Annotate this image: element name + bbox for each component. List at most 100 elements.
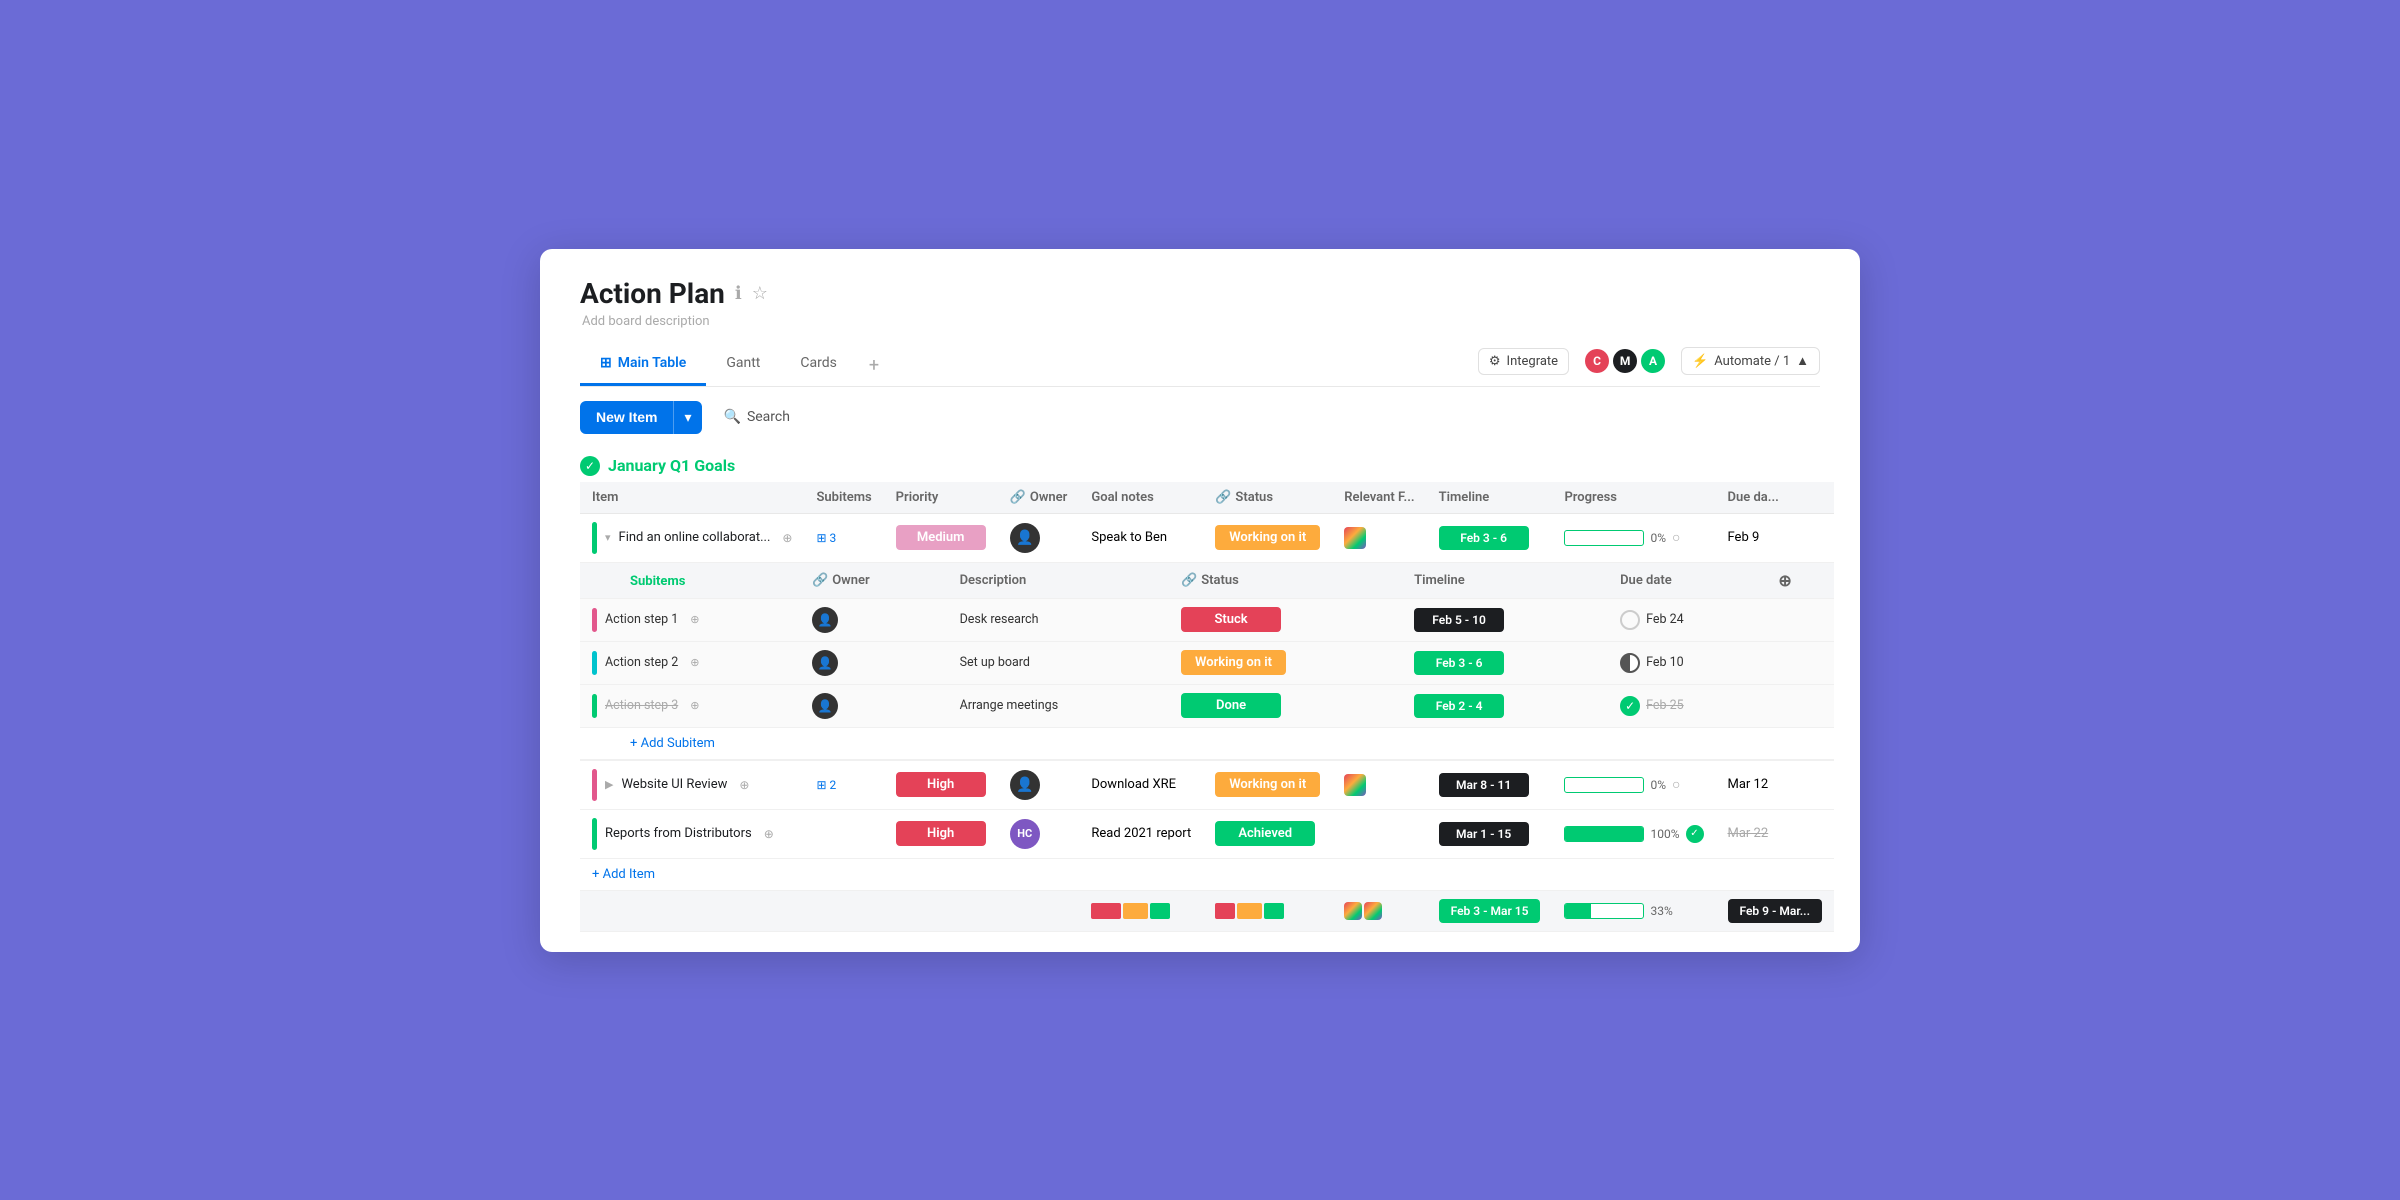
collapse-icon[interactable]: ▾ — [605, 531, 611, 544]
status-badge-2[interactable]: Working on it — [1215, 772, 1320, 797]
status-badge-3[interactable]: Achieved — [1215, 821, 1315, 846]
summary-status-colors — [1203, 890, 1332, 931]
subitem-status-3[interactable]: Done — [1169, 684, 1402, 727]
status-cell[interactable]: Working on it — [1203, 513, 1332, 562]
add-item-label[interactable]: + Add Item — [592, 867, 655, 882]
cards-label: Cards — [800, 355, 836, 371]
status-cell-2[interactable]: Working on it — [1203, 760, 1332, 809]
subitem-timeline-2[interactable]: Feb 3 - 6 — [1402, 641, 1608, 684]
priority-badge-3[interactable]: High — [896, 821, 986, 846]
new-item-dropdown-button[interactable]: ▾ — [673, 401, 701, 434]
owner-avatar-hc: HC — [1010, 819, 1040, 849]
subitem-timeline-1[interactable]: Feb 5 - 10 — [1402, 598, 1608, 641]
avatar-icons: C M A — [1585, 349, 1665, 373]
table-header-row: Item Subitems Priority 🔗 Owner Goal note… — [580, 482, 1834, 514]
main-table-label: Main Table — [618, 355, 687, 371]
add-subitem-icon[interactable]: ⊕ — [782, 531, 792, 545]
progress-bar — [1564, 530, 1644, 546]
priority-cell-3[interactable]: High — [884, 809, 998, 858]
subitem-status-1[interactable]: Stuck — [1169, 598, 1402, 641]
tab-add[interactable]: + — [857, 347, 891, 384]
subitem-timeline-badge-2[interactable]: Feb 3 - 6 — [1414, 651, 1504, 675]
owner-avatar-2: 👤 — [1010, 770, 1040, 800]
automate-button[interactable]: ⚡ Automate / 1 ▲ — [1681, 347, 1820, 375]
integrate-button[interactable]: ⚙ Integrate — [1478, 348, 1569, 375]
subitem-add-icon-1[interactable]: ⊕ — [690, 613, 699, 626]
status-cell-3[interactable]: Achieved — [1203, 809, 1332, 858]
sub-th-add[interactable]: ⊕ — [1766, 563, 1834, 599]
subitem-due-2: Feb 10 — [1608, 641, 1766, 684]
add-subitem-label[interactable]: + Add Subitem — [630, 736, 715, 751]
subitem-add-icon-3[interactable]: ⊕ — [690, 699, 699, 712]
add-subitem-row[interactable]: + Add Subitem — [580, 727, 1834, 759]
subitem-name-1: Action step 1 ⊕ — [580, 598, 800, 641]
th-owner: 🔗 Owner — [998, 482, 1080, 514]
subitem-status-badge-1[interactable]: Stuck — [1181, 607, 1281, 632]
subitem-bar-3 — [592, 694, 597, 718]
add-icon-2[interactable]: ⊕ — [739, 778, 749, 792]
add-subitem-cell[interactable]: + Add Subitem — [580, 727, 1834, 759]
tab-main-table[interactable]: ⊞ Main Table — [580, 345, 706, 386]
subitem-check-1 — [1620, 610, 1640, 630]
subitem-owner-2: 👤 — [800, 641, 948, 684]
due-date-text-3: Mar 22 — [1728, 826, 1769, 841]
add-item-cell[interactable]: + Add Item — [580, 858, 1834, 890]
timeline-badge[interactable]: Feb 3 - 6 — [1439, 526, 1529, 550]
priority-badge-2[interactable]: High — [896, 772, 986, 797]
subitem-status-badge-2[interactable]: Working on it — [1181, 650, 1286, 675]
new-item-button[interactable]: New Item — [580, 401, 673, 434]
progress-fill-3 — [1565, 827, 1643, 841]
tab-cards[interactable]: Cards — [780, 345, 856, 386]
subitem-add-icon-2[interactable]: ⊕ — [690, 656, 699, 669]
priority-badge[interactable]: Medium — [896, 525, 986, 550]
owner-cell-2: 👤 — [998, 760, 1080, 809]
search-icon: 🔍 — [724, 409, 741, 425]
timeline-cell-2[interactable]: Mar 8 - 11 — [1427, 760, 1553, 809]
new-item-label: New Item — [596, 409, 657, 425]
subitem-desc-1: Desk research — [948, 598, 1169, 641]
integrate-label: Integrate — [1507, 354, 1559, 369]
progress-cell-3: 100% ✓ — [1552, 809, 1715, 858]
subitem-timeline-3[interactable]: Feb 2 - 4 — [1402, 684, 1608, 727]
group-expand-icon[interactable]: ✓ — [580, 456, 600, 476]
add-item-row[interactable]: + Add Item — [580, 858, 1834, 890]
timeline-badge-2[interactable]: Mar 8 - 11 — [1439, 773, 1529, 797]
tab-gantt[interactable]: Gantt — [706, 345, 780, 386]
subitem-status-badge-3[interactable]: Done — [1181, 693, 1281, 718]
subitem-status-2[interactable]: Working on it — [1169, 641, 1402, 684]
add-icon-3[interactable]: ⊕ — [764, 827, 774, 841]
subitem-check-3: ✓ — [1620, 696, 1640, 716]
priority-cell-2[interactable]: High — [884, 760, 998, 809]
relevant-f-cell-2 — [1332, 760, 1426, 809]
main-table-icon: ⊞ — [600, 355, 612, 371]
progress-cell-2: 0% ○ — [1552, 760, 1715, 809]
summary-timeline-badge: Feb 3 - Mar 15 — [1439, 899, 1541, 923]
table-row: ▾ Find an online collaborat... ⊕ ⊞ 3 Med… — [580, 513, 1834, 562]
progress-text-2: 0% — [1650, 778, 1666, 792]
search-button[interactable]: 🔍 Search — [712, 402, 802, 432]
th-timeline: Timeline — [1427, 482, 1553, 514]
timeline-cell-3[interactable]: Mar 1 - 15 — [1427, 809, 1553, 858]
subitem-timeline-badge-3[interactable]: Feb 2 - 4 — [1414, 694, 1504, 718]
collapse-icon-2[interactable]: ▶ — [605, 778, 613, 791]
avatar-3: A — [1641, 349, 1665, 373]
timeline-badge-3[interactable]: Mar 1 - 15 — [1439, 822, 1529, 846]
subitem-col-header-row: Subitems 🔗 Owner Description 🔗 Status — [580, 563, 1834, 599]
timeline-cell[interactable]: Feb 3 - 6 — [1427, 513, 1553, 562]
avatar-1: C — [1585, 349, 1609, 373]
progress-circle: ○ — [1672, 529, 1680, 546]
chevron-up-icon: ▲ — [1796, 353, 1809, 369]
progress-bar-container-3: 100% ✓ — [1564, 825, 1703, 843]
subitem-bar-1 — [592, 608, 597, 632]
priority-cell[interactable]: Medium — [884, 513, 998, 562]
info-icon[interactable]: ℹ — [735, 283, 742, 304]
due-date-cell: Feb 9 — [1716, 513, 1835, 562]
star-icon[interactable]: ☆ — [752, 283, 768, 304]
status-badge[interactable]: Working on it — [1215, 525, 1320, 550]
header: Action Plan ℹ ☆ Add board description ⊞ … — [540, 249, 1860, 387]
summary-due-badge: Feb 9 - Mar... — [1728, 899, 1823, 923]
relevant-f-cell-3 — [1332, 809, 1426, 858]
subitem-timeline-badge-1[interactable]: Feb 5 - 10 — [1414, 608, 1504, 632]
summary-due: Feb 9 - Mar... — [1716, 890, 1835, 931]
color-block-2 — [1344, 774, 1366, 796]
